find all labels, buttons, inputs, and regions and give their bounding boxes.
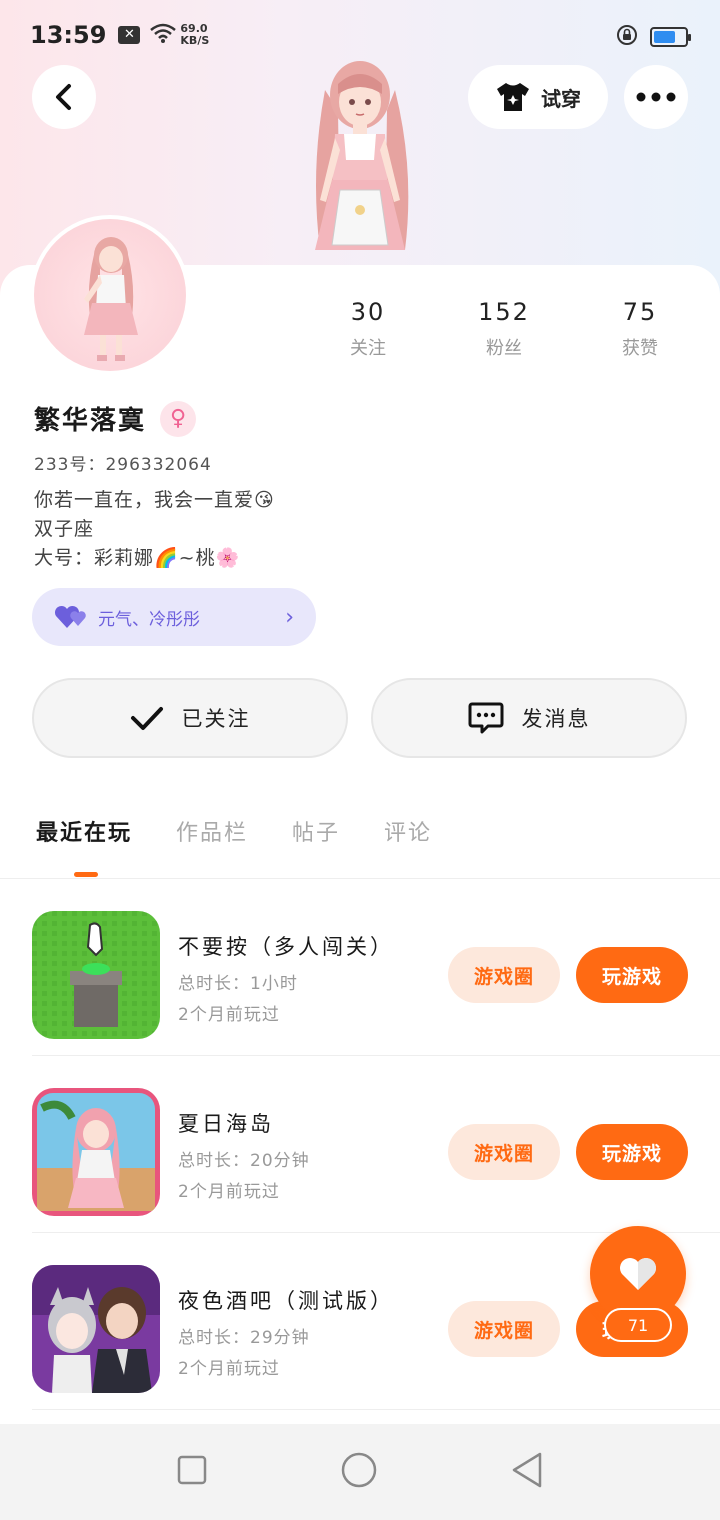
x-box-icon: ✕ bbox=[118, 26, 141, 44]
home-button[interactable] bbox=[340, 1451, 378, 1493]
stat-value: 75 bbox=[622, 298, 658, 326]
double-heart-icon bbox=[54, 605, 86, 628]
female-icon: ♀ bbox=[160, 400, 197, 437]
more-dots-icon bbox=[636, 92, 676, 102]
system-nav-bar bbox=[0, 1424, 720, 1520]
game-title: 夜色酒吧（测试版） bbox=[178, 1289, 394, 1313]
username: 繁华落寞 bbox=[34, 406, 147, 436]
game-duration: 总时长：29分钟 bbox=[178, 1328, 310, 1348]
game-icon bbox=[32, 1088, 160, 1216]
bio-line: 双子座 bbox=[34, 518, 95, 540]
username-row: 繁华落寞 ♀ bbox=[34, 400, 197, 437]
status-time: 13:59 bbox=[30, 21, 107, 49]
try-on-label: 试穿 bbox=[541, 86, 581, 111]
stat-likes[interactable]: 75 获赞 bbox=[572, 298, 708, 360]
heart-icon bbox=[620, 1258, 656, 1290]
game-circle-button[interactable]: 游戏圈 bbox=[448, 947, 560, 1003]
bio-line: 你若一直在，我会一直爱😘 bbox=[34, 489, 275, 511]
chevron-left-icon bbox=[56, 84, 71, 110]
list-item[interactable]: 不要按（多人闯关） 总时长：1小时 2个月前玩过 游戏圈 玩游戏 bbox=[32, 879, 720, 1056]
play-game-button[interactable]: 玩游戏 bbox=[576, 947, 688, 1003]
stat-label: 获赞 bbox=[622, 338, 658, 359]
chevron-right-icon: › bbox=[285, 604, 294, 630]
user-id: 233号：296332064 bbox=[34, 455, 212, 475]
game-last-played: 2个月前玩过 bbox=[178, 1005, 280, 1025]
game-icon bbox=[32, 911, 160, 1039]
message-label: 发消息 bbox=[521, 707, 591, 731]
wifi-icon bbox=[150, 23, 177, 47]
stat-value: 152 bbox=[478, 298, 530, 326]
stat-label: 关注 bbox=[350, 338, 386, 359]
list-item[interactable]: 夏日海岛 总时长：20分钟 2个月前玩过 游戏圈 玩游戏 bbox=[32, 1056, 720, 1233]
more-options-button[interactable] bbox=[624, 65, 688, 129]
stat-value: 30 bbox=[350, 298, 386, 326]
avatar-image bbox=[84, 237, 138, 361]
game-last-played: 2个月前玩过 bbox=[178, 1182, 280, 1202]
square-icon bbox=[177, 1455, 207, 1485]
network-speed: 69.0 KB/S bbox=[180, 23, 209, 47]
game-duration: 总时长：1小时 bbox=[178, 974, 298, 994]
system-back-button[interactable] bbox=[510, 1451, 544, 1493]
stat-following[interactable]: 30 关注 bbox=[300, 298, 436, 360]
game-title: 不要按（多人闯关） bbox=[178, 935, 394, 959]
personality-tag-label: 元气、冷彤彤 bbox=[98, 609, 200, 630]
profile-tabs: 最近在玩 作品栏 帖子 评论 bbox=[36, 815, 432, 847]
game-circle-button[interactable]: 游戏圈 bbox=[448, 1124, 560, 1180]
avatar-character-illustration bbox=[315, 61, 409, 250]
network-speed-unit: KB/S bbox=[180, 34, 210, 47]
tab-recently-played[interactable]: 最近在玩 bbox=[36, 815, 132, 847]
triangle-back-icon bbox=[512, 1452, 542, 1488]
checkmark-icon bbox=[130, 707, 163, 730]
stat-label: 粉丝 bbox=[486, 338, 522, 359]
like-count-badge: 71 bbox=[604, 1308, 672, 1342]
divider bbox=[32, 1409, 720, 1410]
play-game-button[interactable]: 玩游戏 bbox=[576, 1124, 688, 1180]
follow-button[interactable]: 已关注 bbox=[32, 678, 348, 758]
avatar[interactable] bbox=[30, 215, 190, 375]
chat-bubble-icon bbox=[468, 702, 503, 734]
recent-apps-button[interactable] bbox=[176, 1454, 208, 1490]
tab-works[interactable]: 作品栏 bbox=[176, 815, 248, 847]
follow-label: 已关注 bbox=[181, 707, 251, 731]
send-message-button[interactable]: 发消息 bbox=[371, 678, 687, 758]
game-title: 夏日海岛 bbox=[178, 1112, 274, 1136]
profile-stats: 30 关注 152 粉丝 75 获赞 bbox=[300, 298, 720, 360]
tshirt-icon bbox=[497, 83, 529, 111]
personality-tag-button[interactable]: 元气、冷彤彤 › bbox=[32, 588, 316, 646]
stat-followers[interactable]: 152 粉丝 bbox=[436, 298, 572, 360]
battery-level bbox=[654, 31, 675, 43]
game-icon bbox=[32, 1265, 160, 1393]
tab-posts[interactable]: 帖子 bbox=[292, 815, 340, 847]
game-circle-button[interactable]: 游戏圈 bbox=[448, 1301, 560, 1357]
battery-icon bbox=[650, 27, 691, 47]
game-last-played: 2个月前玩过 bbox=[178, 1359, 280, 1379]
try-on-button[interactable]: 试穿 bbox=[468, 65, 608, 129]
bio: 你若一直在，我会一直爱😘 双子座 大号：彩莉娜🌈~桃🌸 bbox=[34, 486, 275, 573]
tab-comments[interactable]: 评论 bbox=[384, 815, 432, 847]
back-button[interactable] bbox=[32, 65, 96, 129]
active-tab-indicator bbox=[74, 872, 98, 877]
rotation-lock-icon bbox=[616, 24, 638, 50]
bio-line: 大号：彩莉娜🌈~桃🌸 bbox=[34, 547, 241, 569]
circle-icon bbox=[341, 1452, 377, 1488]
game-duration: 总时长：20分钟 bbox=[178, 1151, 310, 1171]
